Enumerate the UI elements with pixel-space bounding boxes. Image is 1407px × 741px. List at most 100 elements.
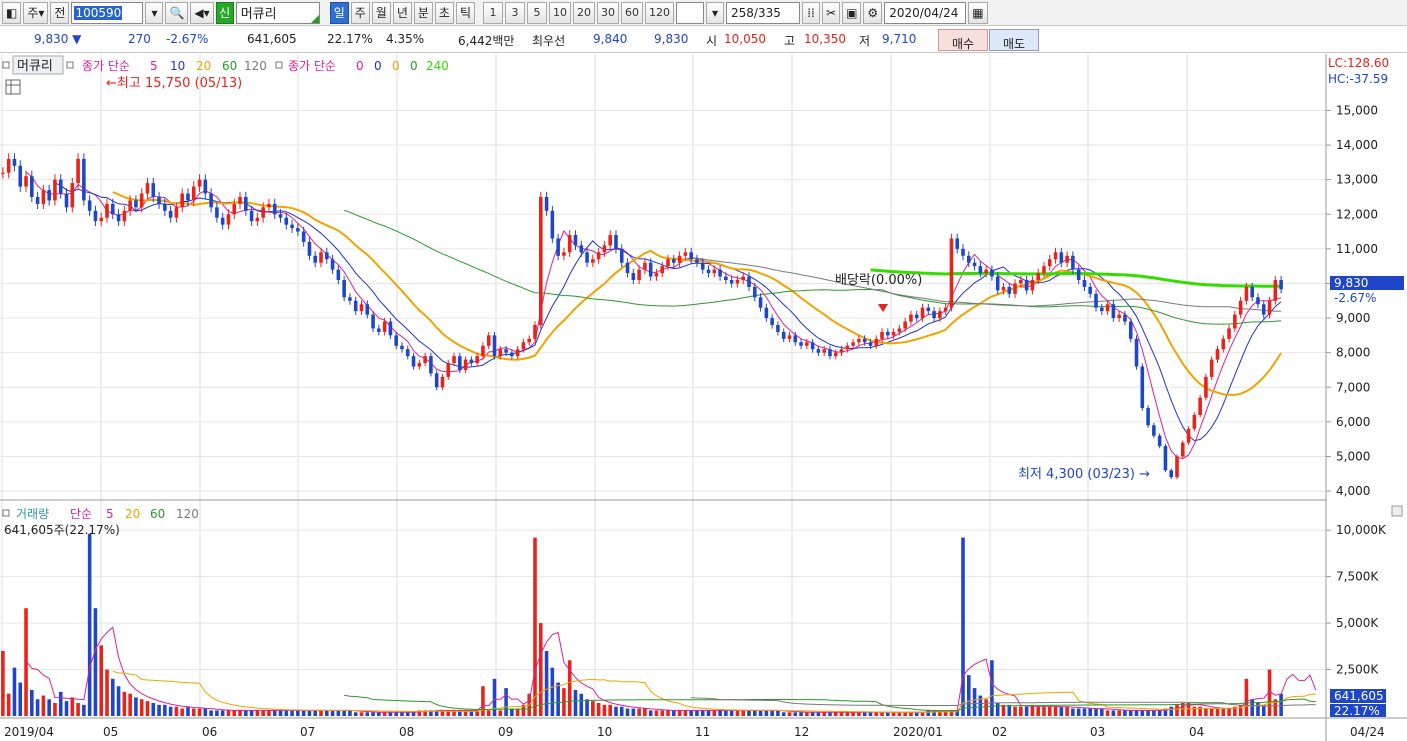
price-ma-lines [25,171,1282,460]
compare-icon[interactable]: ⁞⁞ [802,1,821,24]
volume-legend-checkbox-icon[interactable] [2,509,10,517]
shin-badge[interactable]: 신 [215,1,234,24]
date-tick: 03 [1090,725,1105,739]
interval-3-button[interactable]: 3 [505,1,526,24]
legend-stock-name: 머큐리 [17,59,53,74]
candle-body [226,214,231,225]
volume-bar [1204,708,1208,716]
price-legend[interactable]: 머큐리 종가 단순 5 10 20 60 120 종가 단순 0 0 0 0 2… [2,55,449,75]
high-annotation-label: 최고 15,750 (05/13) [117,76,242,91]
interval-30-button[interactable]: 30 [597,1,620,24]
period-minute-tab[interactable]: 분 [413,1,433,24]
high-annotation: ←최고 15,750 (05/13) [106,76,242,91]
volume-bar [862,712,867,716]
period-tick-tab[interactable]: 틱 [455,1,476,24]
period-year-tab[interactable]: 년 [392,1,412,24]
interval-60-button[interactable]: 60 [621,1,644,24]
interval-dropdown-icon[interactable]: ▾ [706,1,725,24]
date-field[interactable]: 2020/04/24 [884,1,967,24]
candle-body [180,193,184,208]
interval-1-button[interactable]: 1 [483,1,504,24]
save-icon[interactable]: ▣ [842,1,862,24]
legend-checkbox-icon[interactable] [2,61,10,69]
dividend-annotation-text: 배당락(0.00%) [835,273,922,288]
interval-custom-input[interactable] [676,1,705,24]
candle-body [411,356,416,367]
candle-body [1094,293,1098,308]
volume-bar [984,699,988,716]
legend-ma-label: 종가 단순 [82,59,130,73]
period-day-tab[interactable]: 일 [329,1,349,24]
type-select[interactable]: 주 ▾ [23,1,49,24]
candle-body [1244,286,1249,301]
candle-body [475,356,479,364]
candle-body [631,273,636,280]
volume-bar [47,699,51,716]
volume-bar [585,699,589,716]
candle-body [1071,255,1075,270]
period-week-tab[interactable]: 주 [350,1,370,24]
candle-body [724,276,728,280]
volume-legend-ma120: 120 [176,507,199,521]
candle-body [481,345,485,357]
volume-bar [579,693,584,716]
stock-name-field[interactable]: 머큐리 [235,1,320,24]
volume-bar [267,710,271,716]
calendar-icon[interactable]: ▦ [968,1,988,24]
search-icon[interactable]: 🔍 [165,1,189,24]
candle-body [591,259,595,263]
code-dropdown-icon[interactable]: ▾ [145,1,164,24]
volume-bar [695,710,699,716]
candle-body [290,224,294,229]
jeon-button[interactable]: 전 [50,1,70,24]
period-month-tab[interactable]: 월 [371,1,391,24]
interval-10-button[interactable]: 10 [549,1,572,24]
volume-bar [1244,678,1249,716]
candle-body [550,210,555,239]
buy-button[interactable]: 매수 [938,29,988,51]
candle-body [1013,283,1017,294]
candle-body [6,158,11,173]
candle-body [93,210,98,222]
candle-body [909,314,913,322]
candle-body [1169,470,1174,478]
dividend-arrow-icon [878,304,888,312]
volume-bar [700,710,705,716]
candle-body [452,356,456,364]
volume-bar [1250,699,1254,716]
candle-body [24,176,28,187]
sell-button[interactable]: 매도 [989,29,1039,51]
candle-body [643,262,647,270]
tools-icon[interactable]: ✂ [822,1,841,24]
candle-body [1157,435,1162,447]
interval-120-button[interactable]: 120 [645,1,675,24]
volume-bar [1180,702,1185,716]
volume-bar [1215,708,1220,716]
stock-chart[interactable]: 15,00014,00013,00012,00011,00010,0009,00… [0,54,1407,741]
code-input[interactable]: 100590 [71,1,144,24]
window-menu-icon[interactable]: ◧ [2,1,22,24]
jeon-label: 전 [54,6,66,20]
period-second-tab[interactable]: 초 [434,1,454,24]
volume-value: 641,605 [247,32,297,46]
candle-body [76,158,80,184]
volume-bar [851,712,855,716]
interval-5-button[interactable]: 5 [527,1,548,24]
candle-body [741,276,746,280]
gear-icon[interactable]: ⚙ [863,1,883,24]
table-view-icon[interactable] [5,79,21,95]
interval-20-button[interactable]: 20 [573,1,596,24]
legend-ma120: 120 [244,59,267,73]
count-field[interactable]: 258/335 [726,1,801,24]
volume-bar [1175,704,1179,716]
volume-axis: 10,000K 7,500K 5,000K 2,500K [1326,523,1387,677]
volume-bar [1047,706,1052,716]
legend-ma-checkbox-icon[interactable] [66,61,74,69]
candle-body [163,203,167,211]
pane-maximize-icon[interactable] [1391,505,1403,517]
speaker-icon[interactable]: ◀▾ [190,1,214,24]
price-tick-label: 12,000 [1336,207,1378,221]
volume-bar [486,710,491,716]
legend-ma2-checkbox-icon[interactable] [275,61,283,69]
legend-ma2-p4: 0 [410,59,418,73]
